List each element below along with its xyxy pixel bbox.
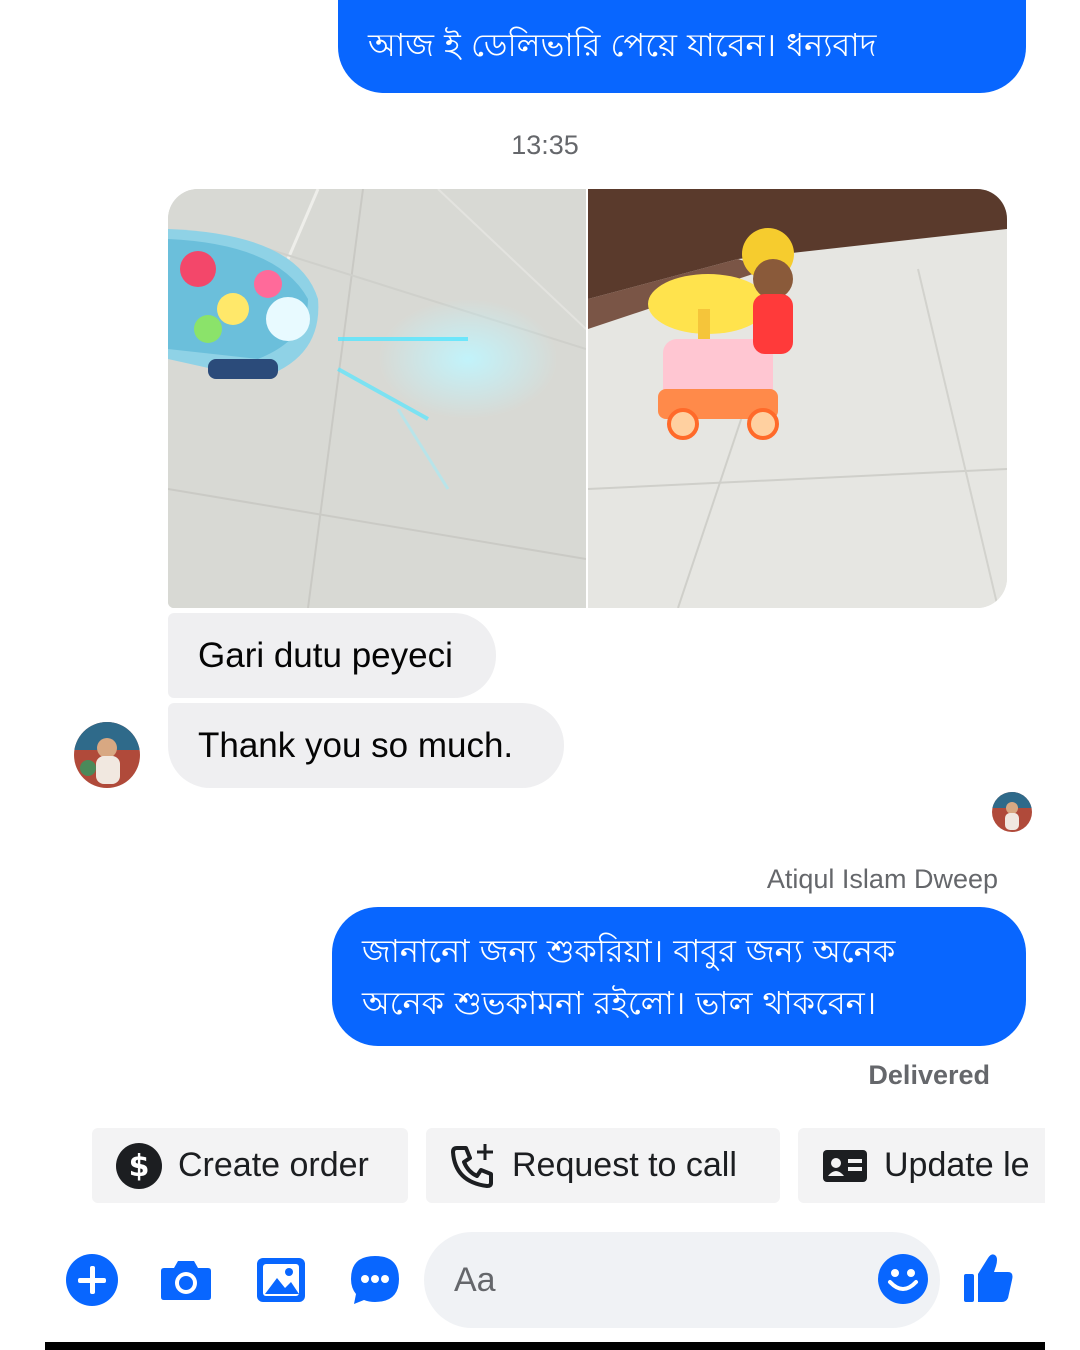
create-order-label: Create order (178, 1146, 369, 1184)
avatar-photo (74, 722, 140, 788)
message-input[interactable]: Aa (424, 1232, 940, 1328)
message-text: Thank you so much. (198, 725, 514, 765)
incoming-message[interactable]: Gari dutu peyeci (168, 613, 496, 698)
toy-car-image (168, 189, 586, 608)
reply-sender-name: Atiqul Islam Dweep (766, 864, 998, 894)
incoming-message[interactable]: Thank you so much. (168, 703, 564, 788)
chat-bubble-icon (351, 1256, 399, 1304)
update-lead-label: Update le (884, 1146, 1030, 1184)
message-input-placeholder: Aa (454, 1260, 496, 1299)
message-text: আজ ই ডেলিভারি পেয়ে যাবেন। ধন্যবাদ (368, 25, 877, 64)
delivery-status: Delivered (868, 1060, 990, 1090)
contact-avatar[interactable] (74, 722, 140, 788)
thumbs-up-icon (964, 1254, 1013, 1302)
outgoing-message-reply[interactable]: জানানো জন্য শুকরিয়া। বাবুর জন্য অনেক অন… (332, 907, 1026, 1046)
like-button[interactable] (960, 1250, 1016, 1306)
message-text-line: জানানো জন্য শুকরিয়া। বাবুর জন্য অনেক (362, 932, 896, 970)
message-text: Gari dutu peyeci (198, 635, 453, 675)
read-receipt-photo (992, 792, 1032, 832)
create-order-button[interactable]: $ Create order (92, 1128, 408, 1203)
message-text-line: অনেক শুভকামনা রইলো। ভাল থাকবেন। (362, 984, 877, 1022)
update-lead-button[interactable]: Update le (798, 1128, 1045, 1203)
image-icon (257, 1258, 305, 1302)
read-receipt-avatar (992, 792, 1032, 832)
camera-button[interactable] (158, 1252, 214, 1308)
gallery-button[interactable] (253, 1252, 309, 1308)
toy-cart-image (588, 189, 1007, 608)
smiley-icon (878, 1254, 928, 1304)
more-chat-button[interactable] (347, 1252, 403, 1308)
contact-card-icon (820, 1141, 870, 1191)
bottom-edge-bar (45, 1342, 1045, 1350)
svg-text:$: $ (129, 1149, 150, 1184)
request-to-call-label: Request to call (512, 1146, 737, 1184)
plus-icon (66, 1254, 118, 1306)
dollar-icon: $ (114, 1141, 164, 1191)
outgoing-message-delivery[interactable]: আজ ই ডেলিভারি পেয়ে যাবেন। ধন্যবাদ (338, 0, 1026, 93)
plus-button[interactable] (64, 1252, 120, 1308)
phone-plus-icon (448, 1141, 498, 1191)
camera-icon (161, 1261, 211, 1300)
photo-toy-car[interactable] (168, 189, 586, 608)
emoji-button[interactable] (876, 1252, 932, 1308)
request-to-call-button[interactable]: Request to call (426, 1128, 780, 1203)
message-timestamp: 13:35 (511, 130, 579, 160)
photo-toy-cart[interactable] (588, 189, 1007, 608)
